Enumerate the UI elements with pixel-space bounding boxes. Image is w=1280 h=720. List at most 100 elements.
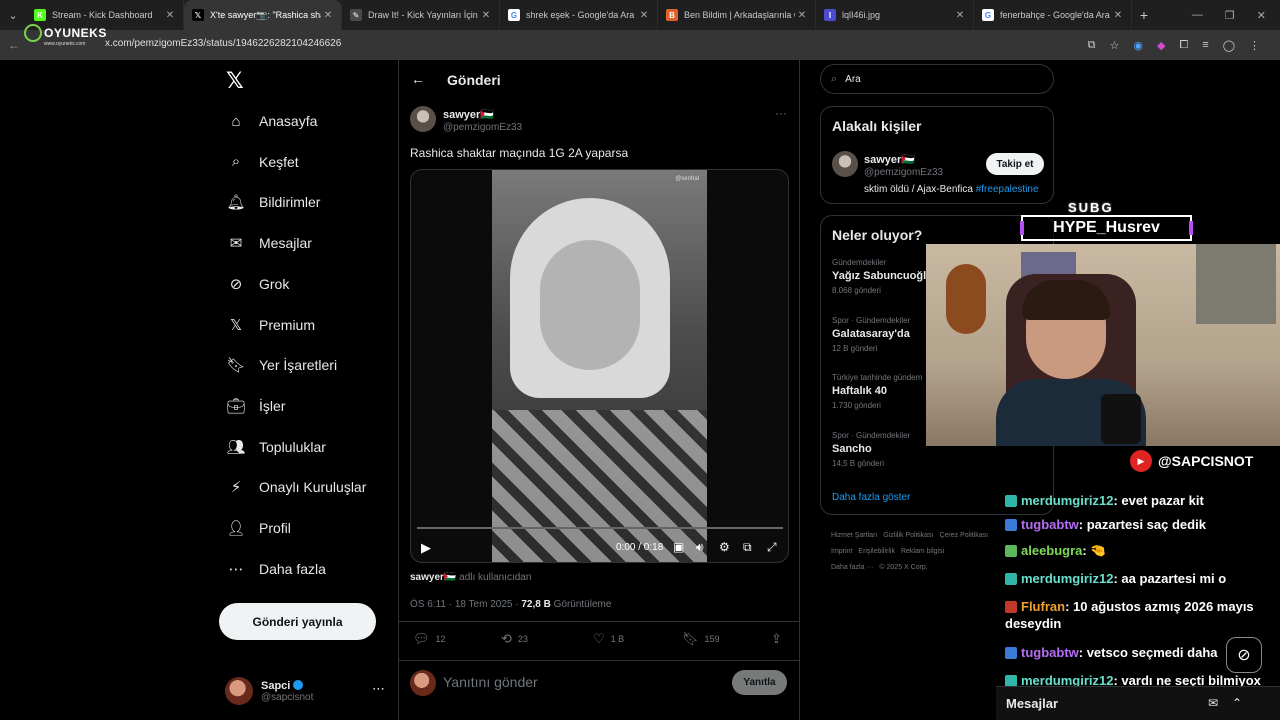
chat-username: Flufran <box>1021 599 1066 614</box>
post-actions: 💬︎ 12 ⟲ 23 ♡ 1 B 🔖︎ 159 ⇪ <box>399 631 799 651</box>
post-more-icon[interactable]: ··· <box>775 106 787 120</box>
nav-item-daha-fazla[interactable]: ⋯ Daha fazla <box>227 554 326 584</box>
relevant-people-card: Alakalı kişiler sawyer🇵🇸 @pemzigomEz33 s… <box>820 106 1054 204</box>
close-tab-icon[interactable]: ✕ <box>795 10 809 21</box>
close-window-icon[interactable]: ✕ <box>1257 9 1266 22</box>
nav-icon: 👥︎ <box>226 438 246 456</box>
close-tab-icon[interactable]: ✕ <box>479 10 493 21</box>
back-arrow-icon[interactable]: ← <box>411 71 425 87</box>
search-input[interactable]: ⌕ Ara <box>820 64 1054 94</box>
nav-item-topluluklar[interactable]: 👥︎ Topluluklar <box>226 432 325 462</box>
footer-link[interactable]: © 2025 X Corp. <box>879 564 927 571</box>
new-tab-button[interactable]: + <box>1132 7 1156 23</box>
nav-item-anasayfa[interactable]: ⌂ Anasayfa <box>227 106 317 136</box>
nav-item-grok[interactable]: ⊘ Grok <box>227 269 290 299</box>
video-player[interactable]: @senhal ▶ 0:00 / 0:18 ▣ 🔊︎ ⚙ ⧉ ⤢ <box>410 169 789 563</box>
browser-tab[interactable]: IlqlI46i.jpg ✕ <box>816 0 974 30</box>
author-name[interactable]: sawyer🇵🇸 <box>443 108 494 121</box>
close-tab-icon[interactable]: ✕ <box>321 10 335 21</box>
chat-username: merdumgiriz12 <box>1021 571 1114 586</box>
trend-item[interactable]: Spor · Gündemdekiler Galatasaray'da 12 B g… <box>832 316 910 353</box>
browser-tab[interactable]: Gshrek eşek - Google'da Ara ✕ <box>500 0 658 30</box>
subg-label: SUBG <box>1068 200 1114 215</box>
hype-train-banner: HYPE_Husrev <box>1020 215 1193 241</box>
expand-chevron-icon[interactable]: ⌃ <box>1232 696 1242 710</box>
url-field[interactable]: x.com/pemzigomEz33/status/19462262821042… <box>105 38 341 49</box>
captions-icon[interactable]: ▣ <box>673 540 684 554</box>
nav-icon: ⋯ <box>228 560 244 578</box>
share-icon: ⇪ <box>771 631 782 646</box>
bookmark-action[interactable]: 🔖︎ 159 <box>682 631 720 647</box>
author-handle[interactable]: @pemzigomEz33 <box>443 122 522 133</box>
footer-link[interactable]: Reklam bilgisi <box>901 548 944 555</box>
x-logo-icon[interactable]: 𝕏 <box>226 68 244 94</box>
puzzle-extensions-icon[interactable]: ⧠ <box>1179 39 1188 52</box>
reply-button[interactable]: Yanıtla <box>732 670 787 695</box>
nav-item-i-şler[interactable]: 💼︎ İşler <box>226 391 285 421</box>
like-action[interactable]: ♡ 1 B <box>593 631 624 647</box>
minimize-icon[interactable]: — <box>1192 9 1203 21</box>
fullscreen-icon[interactable]: ⤢ <box>767 540 777 555</box>
close-tab-icon[interactable]: ✕ <box>637 10 651 21</box>
chat-username: merdumgiriz12 <box>1021 493 1114 508</box>
trend-item[interactable]: Türkiye tarihinde gündem Haftalık 40 1.730… <box>832 373 922 410</box>
footer-link[interactable]: Gizlilik Politikası <box>883 532 933 539</box>
browser-tab[interactable]: ✎Draw It! - Kick Yayınları İçin Çiz✕ <box>342 0 500 30</box>
tab-favicon-icon: G <box>982 9 994 21</box>
reply-action[interactable]: 💬︎ 12 <box>413 631 446 647</box>
nav-item-keşfet[interactable]: ⌕ Keşfet <box>227 147 299 177</box>
trend-item[interactable]: Gündemdekiler Yağız Sabuncuoğlu 8.068 gönd… <box>832 258 933 295</box>
tab-favicon-icon: ✎ <box>350 9 362 21</box>
reply-input[interactable]: Yanıtını gönder <box>443 674 538 690</box>
toolbar-icons: ⧉ ☆ ◉ ◆ ⧠ ≡ ◯ ⋮ <box>1088 30 1260 60</box>
browser-tab[interactable]: 𝕏X'te sawyer📷: "Rashica shaktar✕ <box>184 0 342 30</box>
nav-item-onaylı-kuruluşlar[interactable]: ⚡︎ Onaylı Kuruluşlar <box>227 472 367 502</box>
follow-button[interactable]: Takip et <box>986 153 1044 175</box>
play-icon[interactable]: ▶ <box>421 540 431 556</box>
footer-link[interactable]: Hizmet Şartları <box>831 532 877 539</box>
video-progress-bar[interactable] <box>417 527 783 529</box>
post-button[interactable]: Gönderi yayınla <box>219 603 376 640</box>
show-more-link[interactable]: Daha fazla göster <box>832 492 910 503</box>
settings-gear-icon[interactable]: ⚙ <box>719 540 730 554</box>
author-avatar[interactable] <box>410 106 436 132</box>
browser-tab[interactable]: BBen Bildim | Arkadaşlarınla Onl✕ <box>658 0 816 30</box>
close-tab-icon[interactable]: ✕ <box>1111 10 1125 21</box>
browser-menu-icon[interactable]: ⋮ <box>1249 39 1260 52</box>
close-tab-icon[interactable]: ✕ <box>163 10 177 21</box>
footer-link[interactable]: Imprint <box>831 548 852 555</box>
share-action[interactable]: ⇪ <box>771 631 782 647</box>
nav-item-profil[interactable]: 👤︎ Profil <box>226 513 290 543</box>
footer-link[interactable]: Erişilebilirlik <box>858 548 895 555</box>
grok-icon[interactable]: ⊘ <box>1226 637 1262 673</box>
volume-icon[interactable]: 🔊︎ <box>696 540 704 555</box>
tab-favicon-icon: I <box>824 9 836 21</box>
nav-icon: ⌕ <box>231 153 241 171</box>
picture-in-picture-icon[interactable]: ⧉ <box>743 540 752 555</box>
extension-icon[interactable]: ◉ <box>1133 39 1143 52</box>
nav-item-bildirimler[interactable]: 🔔︎ Bildirimler <box>226 187 320 217</box>
nav-item-mesajlar[interactable]: ✉ Mesajlar <box>227 228 312 258</box>
repost-action[interactable]: ⟲ 23 <box>501 631 528 647</box>
youtube-handle: ▶ @SAPCISNOT <box>1130 450 1253 472</box>
profile-icon[interactable]: ◯ <box>1223 39 1235 52</box>
card-title: Neler oluyor? <box>832 227 923 243</box>
nav-item-yer-i-şaretleri[interactable]: 🔖︎ Yer İşaretleri <box>226 350 337 380</box>
tab-search-chevron-icon[interactable]: ⌄ <box>0 0 26 30</box>
browser-tab[interactable]: Gfenerbahçe - Google'da Ara ✕ <box>974 0 1132 30</box>
account-switcher[interactable]: Sapci @sapcisnot ⋯ <box>225 673 385 709</box>
install-app-icon[interactable]: ⧉ <box>1088 39 1096 52</box>
nav-item-premium[interactable]: 𝕏 Premium <box>227 310 315 340</box>
trend-item[interactable]: Spor · Gündemdekiler Sancho 14,5 B gönderi <box>832 431 910 468</box>
chat-username: aleebugra <box>1021 543 1083 558</box>
footer-link[interactable]: Daha fazla ··· <box>831 564 873 571</box>
messages-drawer[interactable]: Mesajlar ✉ ⌃ <box>996 686 1280 720</box>
reading-list-icon[interactable]: ≡ <box>1202 39 1208 51</box>
compose-message-icon[interactable]: ✉ <box>1208 696 1218 710</box>
bookmark-star-icon[interactable]: ☆ <box>1110 39 1120 52</box>
close-tab-icon[interactable]: ✕ <box>953 10 967 21</box>
footer-link[interactable]: Çerez Politikası <box>939 532 988 539</box>
restore-icon[interactable]: ❐ <box>1225 9 1235 22</box>
more-options-icon[interactable]: ⋯ <box>372 681 385 697</box>
extension-icon[interactable]: ◆ <box>1157 39 1165 52</box>
